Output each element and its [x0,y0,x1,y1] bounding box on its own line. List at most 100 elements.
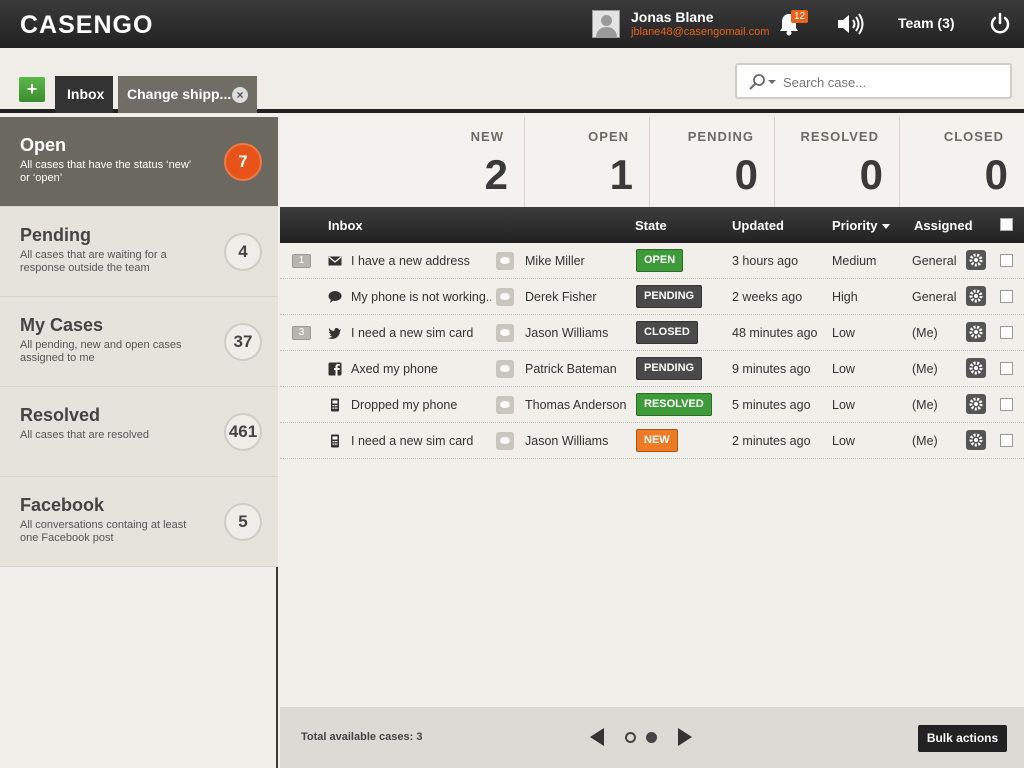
tab-change-shipping[interactable]: Change shipp... × [118,76,257,113]
search-icon[interactable] [747,73,777,91]
sidebar-item-title: Resolved [20,405,101,425]
row-checkbox[interactable] [1000,254,1013,267]
row-checkbox[interactable] [1000,398,1013,411]
stat-label: PENDING [687,129,754,144]
case-priority: Low [832,434,855,448]
comment-icon[interactable] [496,360,514,378]
row-checkbox[interactable] [1000,434,1013,447]
phone-icon [331,434,339,448]
status-badge: CLOSED [636,321,698,344]
case-customer: Mike Miller [525,254,585,268]
comment-icon[interactable] [496,252,514,270]
status-badge: NEW [636,429,678,452]
case-updated: 2 weeks ago [732,290,803,304]
table-header: Inbox State Updated Priority Assigned [280,207,1024,243]
comment-icon[interactable] [496,288,514,306]
sidebar-item-open[interactable]: Open All cases that have the status ‘new… [0,117,278,207]
sidebar-item-resolved[interactable]: Resolved All cases that are resolved 461 [0,387,278,477]
status-badge: PENDING [636,285,703,308]
speaker-icon[interactable] [836,12,866,36]
comment-icon[interactable] [496,396,514,414]
select-all-checkbox[interactable] [1000,218,1013,231]
sidebar-item-my-cases[interactable]: My Cases All pending, new and open cases… [0,297,278,387]
table-row[interactable]: Dropped my phone Thomas Anderson RESOLVE… [280,387,1024,423]
column-assigned[interactable]: Assigned [914,218,973,233]
stat-new[interactable]: NEW 2 [280,117,525,207]
case-assigned: (Me) [912,326,938,340]
case-assigned: General [912,290,957,304]
column-priority-label: Priority [832,218,878,233]
case-priority: High [832,290,858,304]
close-icon[interactable]: × [232,87,248,103]
stat-value: 0 [859,151,883,198]
stat-label: CLOSED [943,129,1004,144]
sort-down-icon [881,224,890,230]
tab-change-shipping-label: Change shipp... [127,86,232,102]
power-icon[interactable] [988,12,1012,36]
tab-inbox[interactable]: Inbox [55,76,113,113]
case-priority: Low [832,362,855,376]
row-checkbox[interactable] [1000,290,1013,303]
column-inbox[interactable]: Inbox [328,218,363,233]
app-logo[interactable]: CASENGO [20,11,153,40]
status-badge: OPEN [636,249,684,272]
stats-bar: NEW 2 OPEN 1 PENDING 0 RESOLVED 0 CLOSED… [280,117,1024,207]
next-page-icon[interactable] [678,728,692,746]
gear-icon[interactable] [966,394,986,414]
case-subject[interactable]: Axed my phone [351,362,491,376]
column-priority[interactable]: Priority [832,218,890,233]
table-row[interactable]: Axed my phone Patrick Bateman PENDING 9 … [280,351,1024,387]
table-row[interactable]: My phone is not working... Derek Fisher … [280,279,1024,315]
sidebar-item-desc: All cases that are resolved [20,429,150,441]
case-customer: Thomas Anderson [525,398,627,412]
search-box [735,63,1012,99]
gear-icon[interactable] [966,250,986,270]
sidebar-item-count: 461 [224,413,262,451]
case-updated: 3 hours ago [732,254,799,268]
avatar[interactable] [592,10,620,38]
stat-value: 1 [609,151,633,198]
user-name[interactable]: Jonas Blane [631,9,713,25]
gear-icon[interactable] [966,430,986,450]
sidebar-item-facebook[interactable]: Facebook All conversations containg at l… [0,477,278,567]
gear-icon[interactable] [966,322,986,342]
team-menu[interactable]: Team (3) [898,15,955,31]
page-dot-2[interactable] [646,732,657,743]
case-subject[interactable]: My phone is not working... [351,290,491,304]
row-number-badge: 3 [292,326,311,340]
case-subject[interactable]: I need a new sim card [351,434,491,448]
stat-resolved[interactable]: RESOLVED 0 [775,117,900,207]
chat-icon [328,291,342,303]
column-state[interactable]: State [635,218,667,233]
table-row[interactable]: I need a new sim card Jason Williams NEW… [280,423,1024,459]
stat-pending[interactable]: PENDING 0 [650,117,775,207]
stat-open[interactable]: OPEN 1 [525,117,650,207]
add-case-button[interactable]: + [19,77,45,102]
row-checkbox[interactable] [1000,326,1013,339]
stat-closed[interactable]: CLOSED 0 [900,117,1024,207]
bulk-actions-button[interactable]: Bulk actions [918,725,1007,752]
previous-page-icon[interactable] [590,728,604,746]
comment-icon[interactable] [496,432,514,450]
gear-icon[interactable] [966,358,986,378]
gear-icon[interactable] [966,286,986,306]
sidebar-item-title: Open [20,135,67,155]
case-priority: Low [832,326,855,340]
table-row[interactable]: 1 I have a new address Mike Miller OPEN … [280,243,1024,279]
search-input[interactable] [783,72,998,92]
case-table: 1 I have a new address Mike Miller OPEN … [280,243,1024,459]
row-checkbox[interactable] [1000,362,1013,375]
case-subject[interactable]: I have a new address [351,254,491,268]
total-cases-label: Total available cases: 3 [301,731,423,743]
case-subject[interactable]: Dropped my phone [351,398,491,412]
table-footer: Total available cases: 3 Bulk actions [280,707,1024,768]
comment-icon[interactable] [496,324,514,342]
tabs-bar: + Inbox Change shipp... × [0,48,1024,113]
page-dot-1[interactable] [625,732,636,743]
sidebar-item-title: Facebook [20,495,105,515]
case-subject[interactable]: I need a new sim card [351,326,491,340]
facebook-icon [328,362,342,376]
sidebar-item-pending[interactable]: Pending All cases that are waiting for a… [0,207,278,297]
table-row[interactable]: 3 I need a new sim card Jason Williams C… [280,315,1024,351]
column-updated[interactable]: Updated [732,218,784,233]
